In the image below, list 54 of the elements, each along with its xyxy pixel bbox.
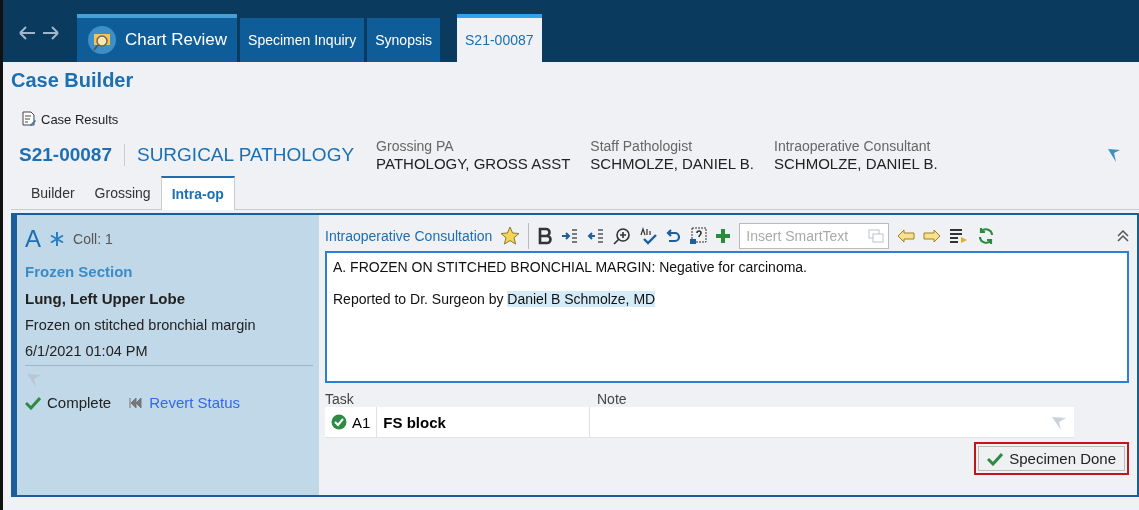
star-icon[interactable] — [500, 226, 521, 246]
snowflake-icon — [49, 231, 65, 247]
document-pen-icon — [21, 111, 37, 127]
zoom-in-icon[interactable] — [613, 227, 632, 245]
staff-name: SCHMOLZE, DANIEL B. — [774, 155, 938, 172]
column-header: Task — [325, 391, 355, 407]
specimen-done-button[interactable]: Specimen Done — [978, 446, 1125, 471]
spellcheck-icon[interactable] — [639, 227, 658, 245]
staff-role: Intraoperative Consultant — [774, 138, 932, 155]
complete-status: Complete — [47, 394, 112, 411]
left-arrow-icon[interactable] — [897, 229, 916, 243]
section-tab[interactable]: Intra-op — [160, 176, 235, 210]
undo-icon[interactable] — [665, 228, 682, 244]
task-row[interactable]: A1 FS block — [325, 407, 1074, 438]
staff-role: Grossing PA — [376, 138, 455, 155]
collection-label: Coll: 1 — [73, 231, 113, 247]
case-number: S21-00087 — [19, 144, 125, 166]
rewind-icon — [129, 397, 144, 408]
staff-name: PATHOLOGY, GROSS ASST — [376, 155, 571, 172]
task-code: A1 — [352, 413, 371, 431]
note-title: Intraoperative Consultation — [325, 228, 493, 244]
protocol-name: Frozen Section — [25, 263, 134, 280]
page-title: Case Builder — [11, 68, 135, 93]
smarttext-box[interactable]: Insert SmartText — [739, 223, 890, 249]
activity-tab[interactable]: S21-00087 — [457, 14, 542, 62]
collapse-icon[interactable] — [1117, 230, 1129, 242]
specimen-site: Lung, Left Upper Lobe — [25, 290, 186, 307]
case-type: SURGICAL PATHOLOGY — [136, 144, 355, 166]
column-header: Note — [597, 391, 627, 407]
note-line: A. FROZEN ON STITCHED BRONCHIAL MARGIN: Negative for carcinoma. — [333, 259, 808, 275]
indent-icon[interactable] — [561, 227, 580, 245]
staff-role: Staff Pathologist — [590, 138, 694, 155]
activity-tab[interactable]: Specimen Inquiry — [240, 18, 365, 62]
section-tab[interactable]: Builder — [21, 177, 85, 209]
activity-tab[interactable]: Chart Review — [77, 14, 238, 62]
right-arrow-icon[interactable] — [923, 229, 942, 243]
section-tab[interactable]: Grossing — [84, 177, 161, 209]
outdent-icon[interactable] — [587, 227, 606, 245]
case-results-button[interactable]: Case Results — [21, 111, 119, 127]
refresh-icon[interactable] — [977, 227, 996, 245]
specimen-letter: A — [25, 225, 41, 253]
checkmark-icon — [987, 451, 1004, 466]
activity-tab[interactable]: Synopsis — [367, 18, 441, 62]
specimen-datetime: 6/1/2021 01:04 PM — [25, 343, 149, 359]
help-icon[interactable] — [689, 227, 708, 245]
note-editor[interactable]: A. FROZEN ON STITCHED BRONCHIAL MARGIN: Negative for carcinoma. Reported to Dr. Surgeon by Daniel B Schmolze, MD — [325, 251, 1129, 383]
checkmark-icon — [25, 395, 41, 410]
plus-icon[interactable] — [715, 228, 732, 244]
bold-icon[interactable] — [537, 227, 554, 245]
note-line: Reported to Dr. Surgeon by Daniel B Schmolze, MD — [333, 291, 657, 307]
specimen-description: Frozen on stitched bronchial margin — [25, 317, 257, 333]
folder-magnifier-icon — [87, 25, 117, 55]
task-name: FS block — [377, 407, 591, 437]
staff-name: SCHMOLZE, DANIEL B. — [590, 155, 754, 172]
